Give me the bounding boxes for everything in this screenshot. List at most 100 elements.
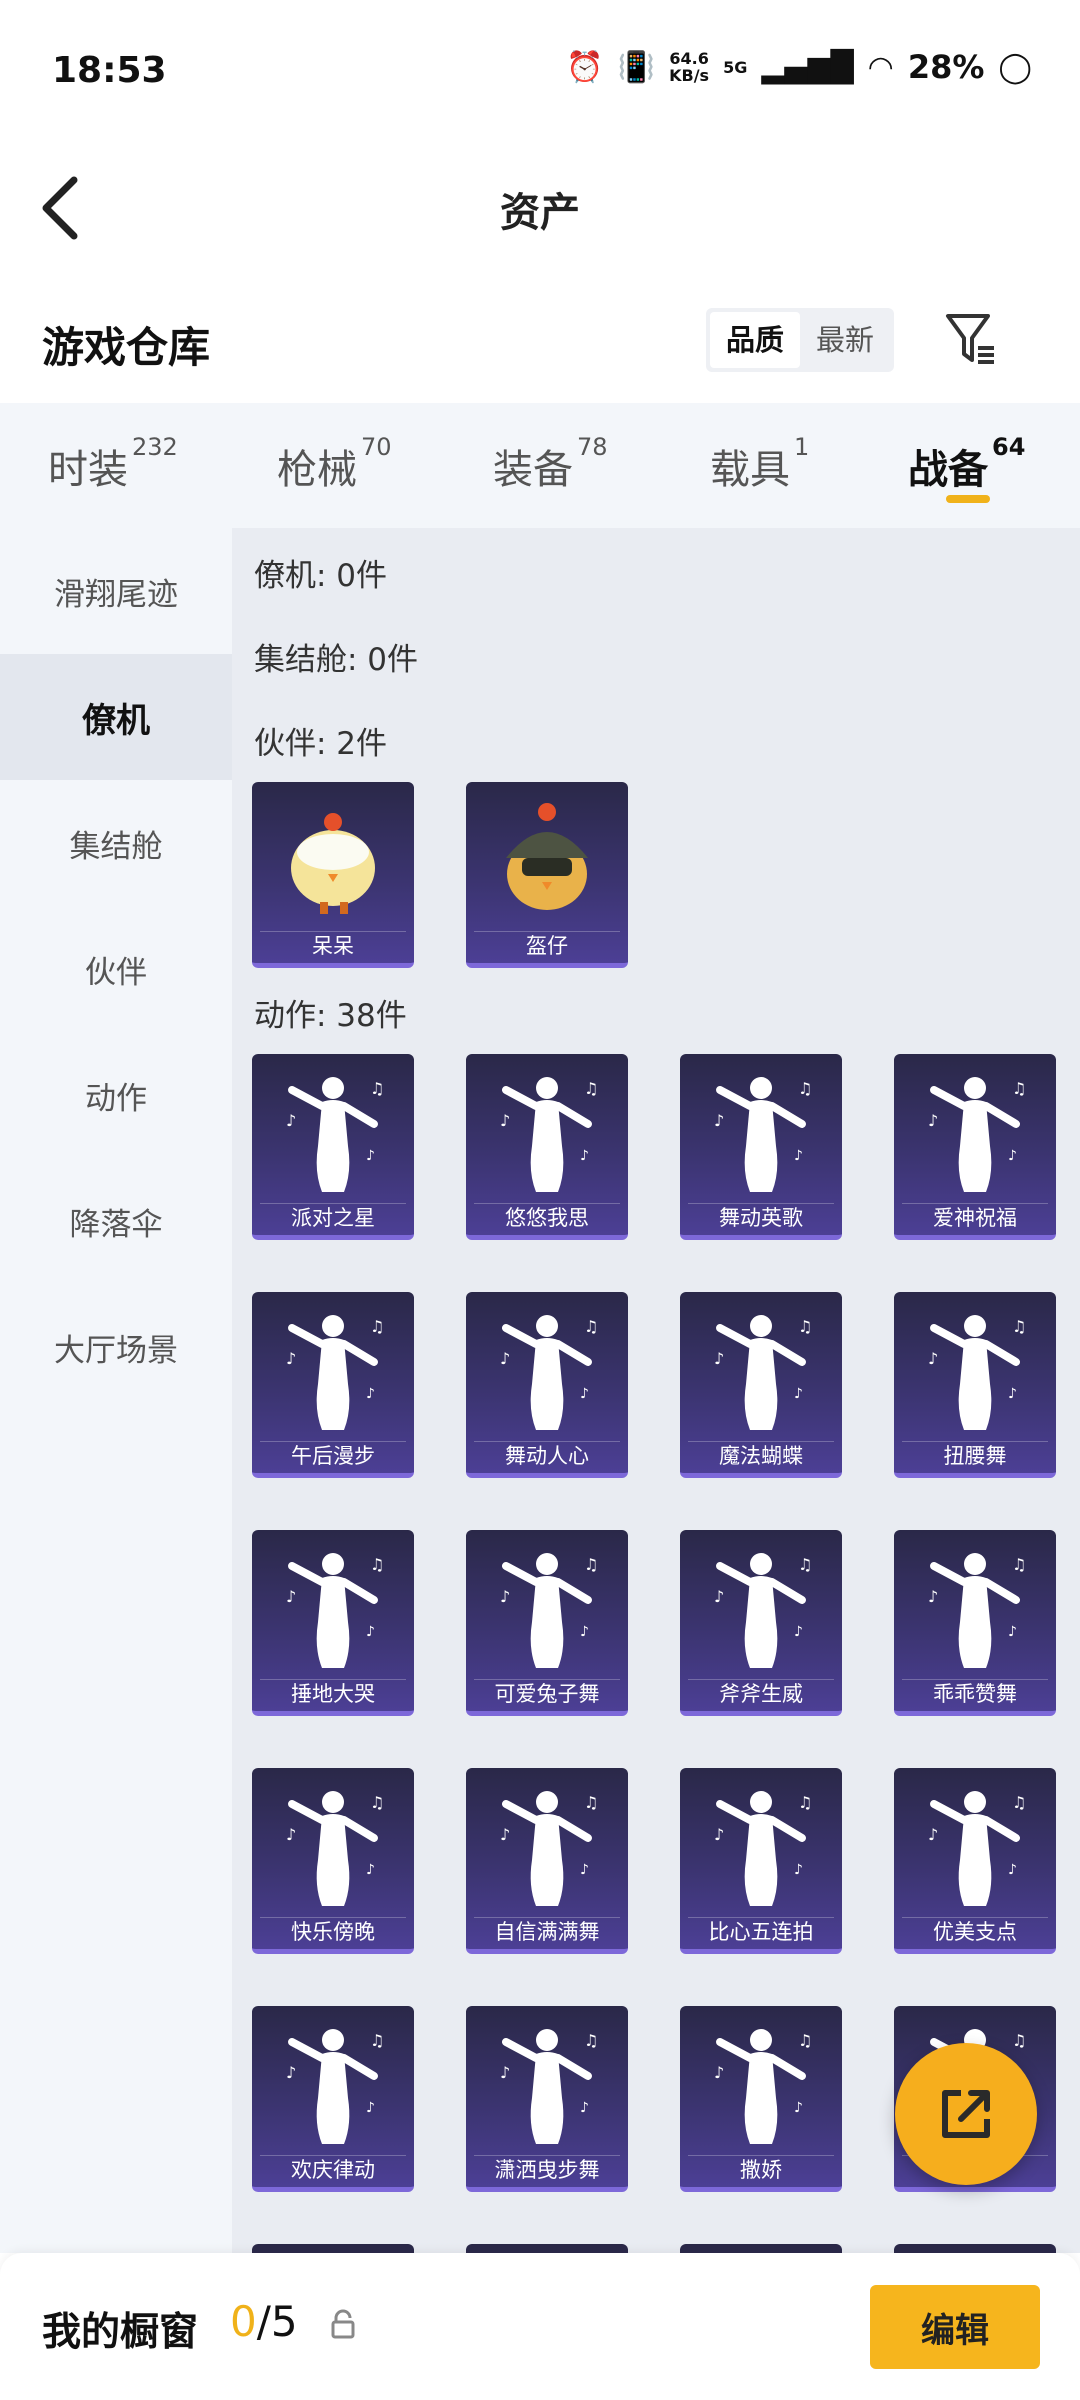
sidebar-item-glide-trail[interactable]: 滑翔尾迹 xyxy=(0,528,232,654)
warehouse-row: 游戏仓库 品质 最新 xyxy=(0,290,1080,400)
card-caption: 比心五连拍 xyxy=(688,1917,834,1945)
emote-card[interactable]: ♪ ♫ ♪ 爱神祝福 xyxy=(894,1054,1056,1240)
emote-card[interactable]: ♪ ♫ ♪ 欢庆律动 xyxy=(252,2006,414,2192)
tab-label: 枪械 xyxy=(277,447,357,493)
showcase-count-current: 0 xyxy=(230,2297,257,2346)
card-caption: 潇洒曳步舞 xyxy=(474,2155,620,2183)
sidebar-item-capsule[interactable]: 集结舱 xyxy=(0,780,232,906)
svg-text:♫: ♫ xyxy=(370,1555,384,1574)
emote-card[interactable]: ♪ ♫ ♪ 斧斧生威 xyxy=(680,1530,842,1716)
filter-button[interactable] xyxy=(940,302,1000,372)
sort-quality-button[interactable]: 品质 xyxy=(710,312,800,368)
emote-card[interactable]: ♪ ♫ ♪ 捶地大哭 xyxy=(252,1530,414,1716)
dancer-silhouette-icon: ♪ ♫ ♪ xyxy=(500,1315,598,1430)
status-bar: 18:53 ⏰ 📳 64.6 KB/s 5G ▂▄▆█ ◠ 28% ◯ xyxy=(0,0,1080,140)
dancer-silhouette-icon: ♪ ♫ ♪ xyxy=(928,1791,1026,1906)
svg-text:♪: ♪ xyxy=(500,1349,510,1368)
svg-text:♪: ♪ xyxy=(500,1111,510,1130)
emote-card[interactable]: ♪ ♫ ♪ 优美支点 xyxy=(894,1768,1056,1954)
emote-card[interactable]: ♪ ♫ ♪ 撒娇 xyxy=(680,2006,842,2192)
tab-guns[interactable]: 枪械 70 xyxy=(277,433,392,495)
svg-text:♪: ♪ xyxy=(928,1111,938,1130)
svg-text:♫: ♫ xyxy=(798,1793,812,1812)
dancer-silhouette-icon: ♪ ♫ ♪ xyxy=(928,1077,1026,1192)
emote-card-partial[interactable] xyxy=(894,2244,1056,2253)
svg-text:♪: ♪ xyxy=(714,1825,724,1844)
dancer-silhouette-icon: ♪ ♫ ♪ xyxy=(928,1553,1026,1668)
emote-card[interactable]: ♪ ♫ ♪ 自信满满舞 xyxy=(466,1768,628,1954)
svg-text:♫: ♫ xyxy=(584,1793,598,1812)
svg-text:♫: ♫ xyxy=(1012,1793,1026,1812)
card-caption: 乖乖赞舞 xyxy=(902,1679,1048,1707)
svg-text:♪: ♪ xyxy=(794,1624,803,1640)
svg-text:♪: ♪ xyxy=(928,1825,938,1844)
svg-text:♪: ♪ xyxy=(794,2100,803,2116)
card-caption: 悠悠我思 xyxy=(474,1203,620,1231)
card-caption: 派对之星 xyxy=(260,1203,406,1231)
edit-button[interactable]: 编辑 xyxy=(870,2285,1040,2369)
emote-card[interactable]: ♪ ♫ ♪ 派对之星 xyxy=(252,1054,414,1240)
tab-label: 载具 xyxy=(710,447,790,493)
dancer-silhouette-icon: ♪ ♫ ♪ xyxy=(500,1791,598,1906)
tab-count: 1 xyxy=(794,433,810,461)
dancer-silhouette-icon: ♪ ♫ ♪ xyxy=(714,1791,812,1906)
emote-card[interactable]: ♪ ♫ ♪ 乖乖赞舞 xyxy=(894,1530,1056,1716)
svg-text:♪: ♪ xyxy=(366,1148,375,1164)
emote-card[interactable]: ♪ ♫ ♪ 悠悠我思 xyxy=(466,1054,628,1240)
emote-card[interactable]: ♪ ♫ ♪ 舞动人心 xyxy=(466,1292,628,1478)
partner-card[interactable]: 盔仔 xyxy=(466,782,628,968)
tab-equipment[interactable]: 装备 78 xyxy=(493,433,608,495)
svg-text:♪: ♪ xyxy=(714,1349,724,1368)
sidebar-item-lobby-scene[interactable]: 大厅场景 xyxy=(0,1284,232,1410)
emote-card[interactable]: ♪ ♫ ♪ 可爱兔子舞 xyxy=(466,1530,628,1716)
emote-card-partial[interactable] xyxy=(252,2244,414,2253)
svg-text:♫: ♫ xyxy=(370,1079,384,1098)
svg-text:♪: ♪ xyxy=(580,1862,589,1878)
tab-fashion[interactable]: 时装 232 xyxy=(48,433,178,495)
svg-text:♪: ♪ xyxy=(366,1386,375,1402)
emote-card[interactable]: ♪ ♫ ♪ 舞动英歌 xyxy=(680,1054,842,1240)
emote-card-partial[interactable] xyxy=(680,2244,842,2253)
card-caption: 爱神祝福 xyxy=(902,1203,1048,1231)
svg-text:♫: ♫ xyxy=(1012,1079,1026,1098)
card-caption: 扭腰舞 xyxy=(902,1441,1048,1469)
svg-text:♪: ♪ xyxy=(286,2063,296,2082)
helmet-chick-partner-icon xyxy=(506,803,588,910)
sort-newest-button[interactable]: 最新 xyxy=(800,312,890,368)
sidebar-item-emote[interactable]: 动作 xyxy=(0,1032,232,1158)
active-tab-indicator xyxy=(946,495,990,503)
card-caption: 优美支点 xyxy=(902,1917,1048,1945)
dancer-silhouette-icon: ♪ ♫ ♪ xyxy=(500,1077,598,1192)
sidebar-item-parachute[interactable]: 降落伞 xyxy=(0,1158,232,1284)
emote-card[interactable]: ♪ ♫ ♪ 扭腰舞 xyxy=(894,1292,1056,1478)
section-partner-label: 伙伴: 2件 xyxy=(254,726,388,762)
emote-card-partial[interactable] xyxy=(466,2244,628,2253)
dancer-silhouette-icon: ♪ ♫ ♪ xyxy=(714,1315,812,1430)
tab-count: 232 xyxy=(132,433,178,461)
emote-card[interactable]: ♪ ♫ ♪ 潇洒曳步舞 xyxy=(466,2006,628,2192)
emote-card[interactable]: ♪ ♫ ♪ 午后漫步 xyxy=(252,1292,414,1478)
svg-text:♪: ♪ xyxy=(928,1349,938,1368)
sidebar-item-partner[interactable]: 伙伴 xyxy=(0,906,232,1032)
share-fab[interactable] xyxy=(895,2043,1037,2185)
net-speed-unit: KB/s xyxy=(669,66,710,85)
tab-label: 时装 xyxy=(48,447,128,493)
card-caption: 可爱兔子舞 xyxy=(474,1679,620,1707)
emote-card[interactable]: ♪ ♫ ♪ 魔法蝴蝶 xyxy=(680,1292,842,1478)
emote-card[interactable]: ♪ ♫ ♪ 快乐傍晚 xyxy=(252,1768,414,1954)
tab-label: 装备 xyxy=(493,447,573,493)
category-tabs: 时装 232 枪械 70 装备 78 载具 1 战备 64 xyxy=(0,403,1080,528)
dancer-silhouette-icon: ♪ ♫ ♪ xyxy=(928,1315,1026,1430)
battery-level: 28% xyxy=(907,48,985,86)
signal-icon: ▂▄▆█ xyxy=(761,49,854,85)
sidebar: 滑翔尾迹 僚机 集结舱 伙伴 动作 降落伞 大厅场景 xyxy=(0,528,232,2253)
partner-card[interactable]: 呆呆 xyxy=(252,782,414,968)
alarm-icon: ⏰ xyxy=(566,49,604,85)
sidebar-item-wingman[interactable]: 僚机 xyxy=(0,654,232,780)
tab-count: 64 xyxy=(992,433,1026,461)
tab-combat-prep[interactable]: 战备 64 xyxy=(908,433,1025,495)
showcase-bar: 我的橱窗 0/5 编辑 xyxy=(0,2253,1080,2400)
emote-card[interactable]: ♪ ♫ ♪ 比心五连拍 xyxy=(680,1768,842,1954)
svg-text:♪: ♪ xyxy=(366,1862,375,1878)
tab-vehicles[interactable]: 载具 1 xyxy=(710,433,809,495)
